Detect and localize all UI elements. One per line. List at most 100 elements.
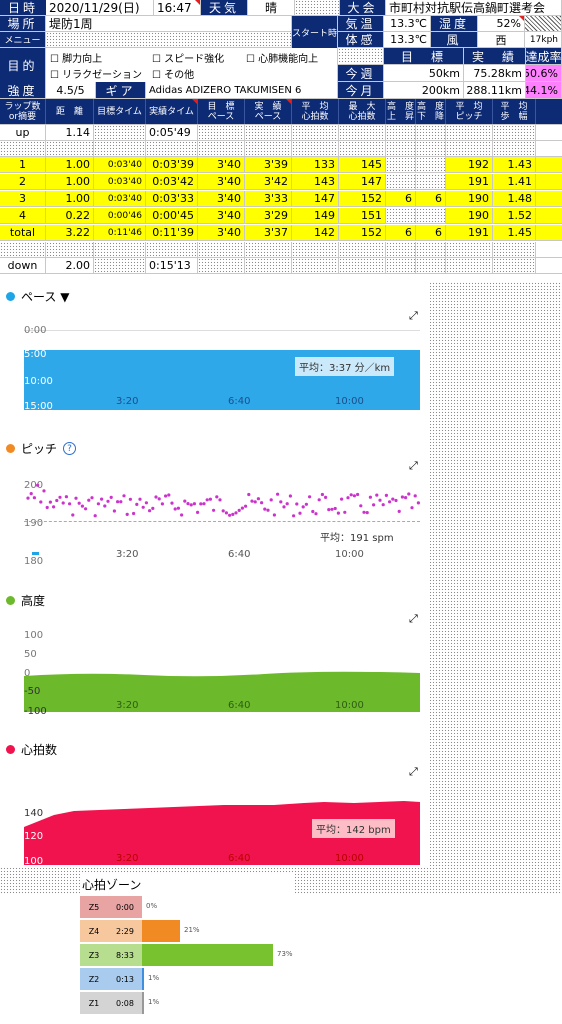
purpose-checkbox-2[interactable]: ☐ スピード強化 xyxy=(152,50,224,65)
distance-cell: 1.14 xyxy=(46,125,94,140)
table-cell xyxy=(292,141,339,156)
humidity-label: 湿度 xyxy=(431,16,478,31)
max-hr-cell: 152 xyxy=(339,191,386,206)
down-cell xyxy=(416,157,446,172)
pitch-point xyxy=(391,497,395,501)
feel-value: 13.3℃ xyxy=(384,32,431,47)
pitch-point xyxy=(135,502,139,506)
week-label: 今週 xyxy=(338,65,384,81)
pitch-point xyxy=(365,511,369,515)
table-cell xyxy=(416,242,446,257)
zone-label: Z4 xyxy=(80,920,108,942)
table-cell xyxy=(94,242,146,257)
pace-title[interactable]: ペース ▼ xyxy=(21,288,69,305)
expand-icon[interactable]: ⤢ xyxy=(409,309,418,323)
altitude-title[interactable]: 高度 xyxy=(21,592,45,609)
expand-icon[interactable]: ⤢ xyxy=(409,765,418,779)
goal-time-cell: 0:00'46 xyxy=(94,208,146,223)
pace-xtick: 6:40 xyxy=(228,396,251,407)
pitch-point xyxy=(276,492,280,496)
month-actual: 288.11km xyxy=(464,82,526,98)
pitch-point xyxy=(394,498,398,503)
heart-rate-zones: 心拍ゾーン Z5 0:00 0% Z4 2:29 21% Z3 8:33 73% Z2 0:13 1%… xyxy=(80,874,295,1024)
heart-rate-xtick: 3:20 xyxy=(116,853,139,864)
rate-label: 達成率 xyxy=(526,48,562,64)
purpose-checkbox-5[interactable]: ☐ その他 xyxy=(152,66,194,81)
pitch-point xyxy=(352,494,356,498)
purpose-checkbox-4[interactable]: ☐ リラクゼーション xyxy=(50,66,142,81)
up-cell xyxy=(386,208,416,223)
zone-bar xyxy=(142,920,180,942)
pitch-point xyxy=(170,501,174,505)
week-goal: 50km xyxy=(384,65,464,81)
zone-label: Z5 xyxy=(80,896,108,918)
pitch-title[interactable]: ピッチ xyxy=(21,440,57,457)
weather-label: 天気 xyxy=(201,0,248,15)
pitch-point xyxy=(103,504,107,508)
heart-rate-xtick: 6:40 xyxy=(228,853,251,864)
actual-time-cell: 0:11'39 xyxy=(146,225,198,240)
pitch-point xyxy=(407,492,411,496)
pitch-point xyxy=(68,502,72,506)
heart-rate-title[interactable]: 心拍数 xyxy=(21,741,57,758)
pitch-cell: 190 xyxy=(446,208,493,223)
pitch-point xyxy=(196,510,200,514)
pitch-point xyxy=(311,509,315,514)
expand-icon[interactable]: ⤢ xyxy=(409,612,418,626)
down-cell: 6 xyxy=(416,191,446,206)
distance-cell: 2.00 xyxy=(46,258,94,273)
expand-icon[interactable]: ⤢ xyxy=(409,459,418,473)
pitch-point xyxy=(116,500,120,504)
goal-pace-cell: 3'40 xyxy=(198,208,245,223)
altitude-xtick: 6:40 xyxy=(228,700,251,711)
header-row-3: メニュー スタート時 体感 13.3℃ 風 西 17kph xyxy=(0,16,562,48)
spacer-row xyxy=(0,242,562,258)
intensity-label: 強度 xyxy=(0,82,46,98)
up-cell xyxy=(386,157,416,172)
week-rate: 150.6% xyxy=(526,65,562,81)
pitch-point xyxy=(84,507,88,511)
pitch-point xyxy=(64,495,68,499)
pitch-point xyxy=(327,508,331,512)
zones-title: 心拍ゾーン xyxy=(82,878,142,892)
actual-pace-cell: 3'39 xyxy=(245,157,292,172)
humidity-value: 52% xyxy=(478,16,525,31)
zone-time: 0:08 xyxy=(108,992,142,1014)
pitch-point xyxy=(244,504,248,508)
pitch-point xyxy=(237,508,241,512)
down-cell xyxy=(416,208,446,223)
table-cell xyxy=(446,258,493,273)
avg-hr-cell: 147 xyxy=(292,191,339,206)
actual-pace-cell: 3'37 xyxy=(245,225,292,240)
column-header: 実績タイム xyxy=(146,99,198,124)
pitch-point xyxy=(61,501,65,505)
pitch-point xyxy=(231,512,235,516)
pitch-cell: 192 xyxy=(446,157,493,172)
pitch-point xyxy=(176,506,180,510)
column-header: 平 均 ピッチ xyxy=(446,99,493,124)
pitch-point xyxy=(36,483,40,487)
goal-time-cell: 0:03'40 xyxy=(94,191,146,206)
zone-percent: 1% xyxy=(148,998,160,1006)
menu-label: メニュー xyxy=(0,32,46,47)
table-row: 2 1.00 0:03'40 0:03'42 3'40 3'42 143 147 191 1.41 xyxy=(0,174,562,190)
pace-average: 平均：3:37 分／km xyxy=(295,357,395,376)
purpose-checkbox-1[interactable]: ☐ 脚力向上 xyxy=(50,50,102,65)
date-label: 日時 xyxy=(0,0,46,15)
pitch-point xyxy=(362,510,366,514)
help-icon[interactable]: ? xyxy=(63,442,77,455)
pitch-point xyxy=(160,502,164,506)
event-label: 大会 xyxy=(340,0,386,15)
pitch-point xyxy=(42,489,46,493)
purpose-checkbox-3[interactable]: ☐ 心肺機能向上 xyxy=(246,50,318,65)
pitch-point xyxy=(148,509,152,513)
table-cell xyxy=(386,125,416,140)
pitch-point xyxy=(343,510,347,514)
pitch-point xyxy=(71,513,75,517)
zone-bar xyxy=(142,992,144,1014)
pace-xtick: 3:20 xyxy=(116,396,139,407)
pitch-point xyxy=(378,498,382,502)
pitch-point xyxy=(292,514,296,518)
label-cell: 3 xyxy=(0,191,46,206)
pitch-point xyxy=(304,502,308,506)
